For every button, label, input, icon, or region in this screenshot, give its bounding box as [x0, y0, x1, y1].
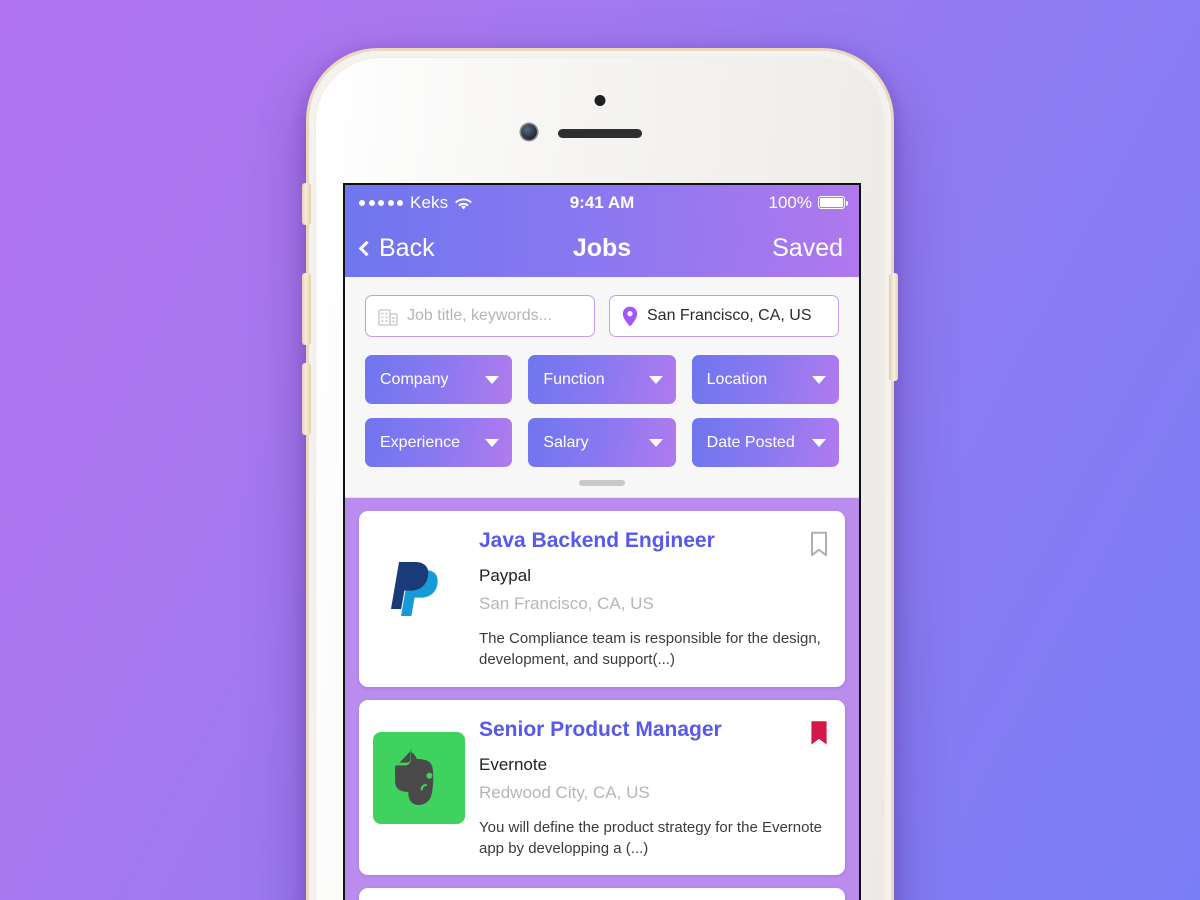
saved-button[interactable]: Saved — [772, 234, 843, 263]
keyword-search-input[interactable]: Job title, keywords... — [365, 295, 595, 337]
navigation-bar: Back Jobs Saved — [345, 220, 859, 277]
job-card-header: Senior Product Manager — [479, 718, 829, 746]
carrier-label: Keks — [410, 192, 449, 212]
chevron-down-icon — [811, 375, 826, 384]
battery-percent-label: 100% — [768, 192, 812, 212]
job-card[interactable]: Senior Product Manager Evernote Redwood … — [359, 699, 845, 876]
filter-label: Company — [380, 370, 449, 388]
job-title[interactable]: Java Backend Engineer — [479, 529, 799, 553]
chevron-down-icon — [485, 375, 500, 384]
filter-label: Salary — [543, 433, 589, 451]
job-results-list[interactable]: Java Backend Engineer Paypal San Francis… — [345, 498, 859, 900]
drag-handle-area — [365, 467, 839, 497]
volume-up-button[interactable] — [302, 273, 311, 345]
filter-label: Date Posted — [706, 433, 795, 451]
location-value-text: San Francisco, CA, US — [647, 307, 812, 324]
front-camera — [521, 124, 537, 140]
chevron-down-icon — [648, 438, 663, 447]
filter-buttons-grid: Company Function Location Experience Sal… — [365, 355, 839, 467]
phone-screen: Keks 9:41 AM 100% Back Jobs Saved Job ti… — [343, 183, 861, 900]
status-bar: Keks 9:41 AM 100% — [345, 185, 859, 220]
filter-label: Location — [706, 370, 768, 388]
job-card[interactable]: Java Backend Engineer Paypal San Francis… — [359, 511, 845, 687]
job-details: Senior Product Manager Evernote Redwood … — [479, 716, 829, 860]
chevron-down-icon — [648, 375, 663, 384]
filter-label: Experience — [380, 433, 461, 451]
job-description: You will define the product strategy for… — [479, 818, 822, 857]
filter-salary-dropdown[interactable]: Salary — [528, 418, 676, 467]
filter-location-dropdown[interactable]: Location — [691, 355, 839, 404]
search-row: Job title, keywords... San Francisco, CA… — [365, 295, 839, 337]
battery-icon — [818, 196, 849, 209]
chevron-left-icon — [358, 240, 375, 256]
proximity-sensor — [594, 95, 606, 106]
volume-down-button[interactable] — [302, 363, 311, 435]
job-location: Redwood City, CA, US — [479, 782, 650, 802]
chevron-down-icon — [485, 438, 500, 447]
chevron-down-icon — [811, 438, 826, 447]
filter-function-dropdown[interactable]: Function — [528, 355, 676, 404]
filter-label: Function — [543, 370, 605, 388]
job-card-header: Java Backend Engineer — [479, 529, 829, 557]
status-bar-right: 100% — [768, 192, 849, 213]
job-company: Paypal — [479, 566, 531, 585]
job-location: San Francisco, CA, US — [479, 594, 654, 613]
back-button-label: Back — [379, 234, 435, 262]
location-search-input[interactable]: San Francisco, CA, US — [609, 295, 839, 337]
job-details: Java Backend Engineer Paypal San Francis… — [479, 527, 829, 671]
bookmark-outline-icon[interactable] — [809, 531, 829, 557]
signal-strength-icon — [359, 199, 403, 206]
wallpaper-background: Keks 9:41 AM 100% Back Jobs Saved Job ti… — [0, 0, 1200, 900]
filter-date-posted-dropdown[interactable]: Date Posted — [691, 418, 839, 467]
status-bar-left: Keks — [359, 192, 473, 213]
evernote-logo — [373, 731, 465, 824]
job-title[interactable]: Senior Product Manager — [479, 718, 799, 742]
paypal-logo — [373, 543, 465, 635]
job-card[interactable] — [359, 888, 845, 900]
power-button[interactable] — [889, 273, 898, 381]
building-icon — [378, 307, 398, 326]
filter-experience-dropdown[interactable]: Experience — [365, 418, 513, 467]
silent-switch-button[interactable] — [302, 183, 311, 225]
job-description: The Compliance team is responsible for t… — [479, 630, 821, 669]
keyword-placeholder-text: Job title, keywords... — [407, 307, 552, 324]
search-filter-panel: Job title, keywords... San Francisco, CA… — [345, 277, 859, 498]
wifi-icon — [455, 196, 473, 210]
bookmark-filled-icon[interactable] — [809, 720, 829, 746]
back-button[interactable]: Back — [358, 234, 435, 263]
filter-company-dropdown[interactable]: Company — [365, 355, 513, 404]
evernote-logo-tile — [373, 731, 465, 824]
panel-drag-handle[interactable] — [579, 480, 625, 486]
phone-device-frame: Keks 9:41 AM 100% Back Jobs Saved Job ti… — [302, 48, 898, 900]
map-pin-icon — [622, 306, 638, 327]
earpiece-speaker — [558, 129, 642, 138]
job-company: Evernote — [479, 754, 548, 774]
